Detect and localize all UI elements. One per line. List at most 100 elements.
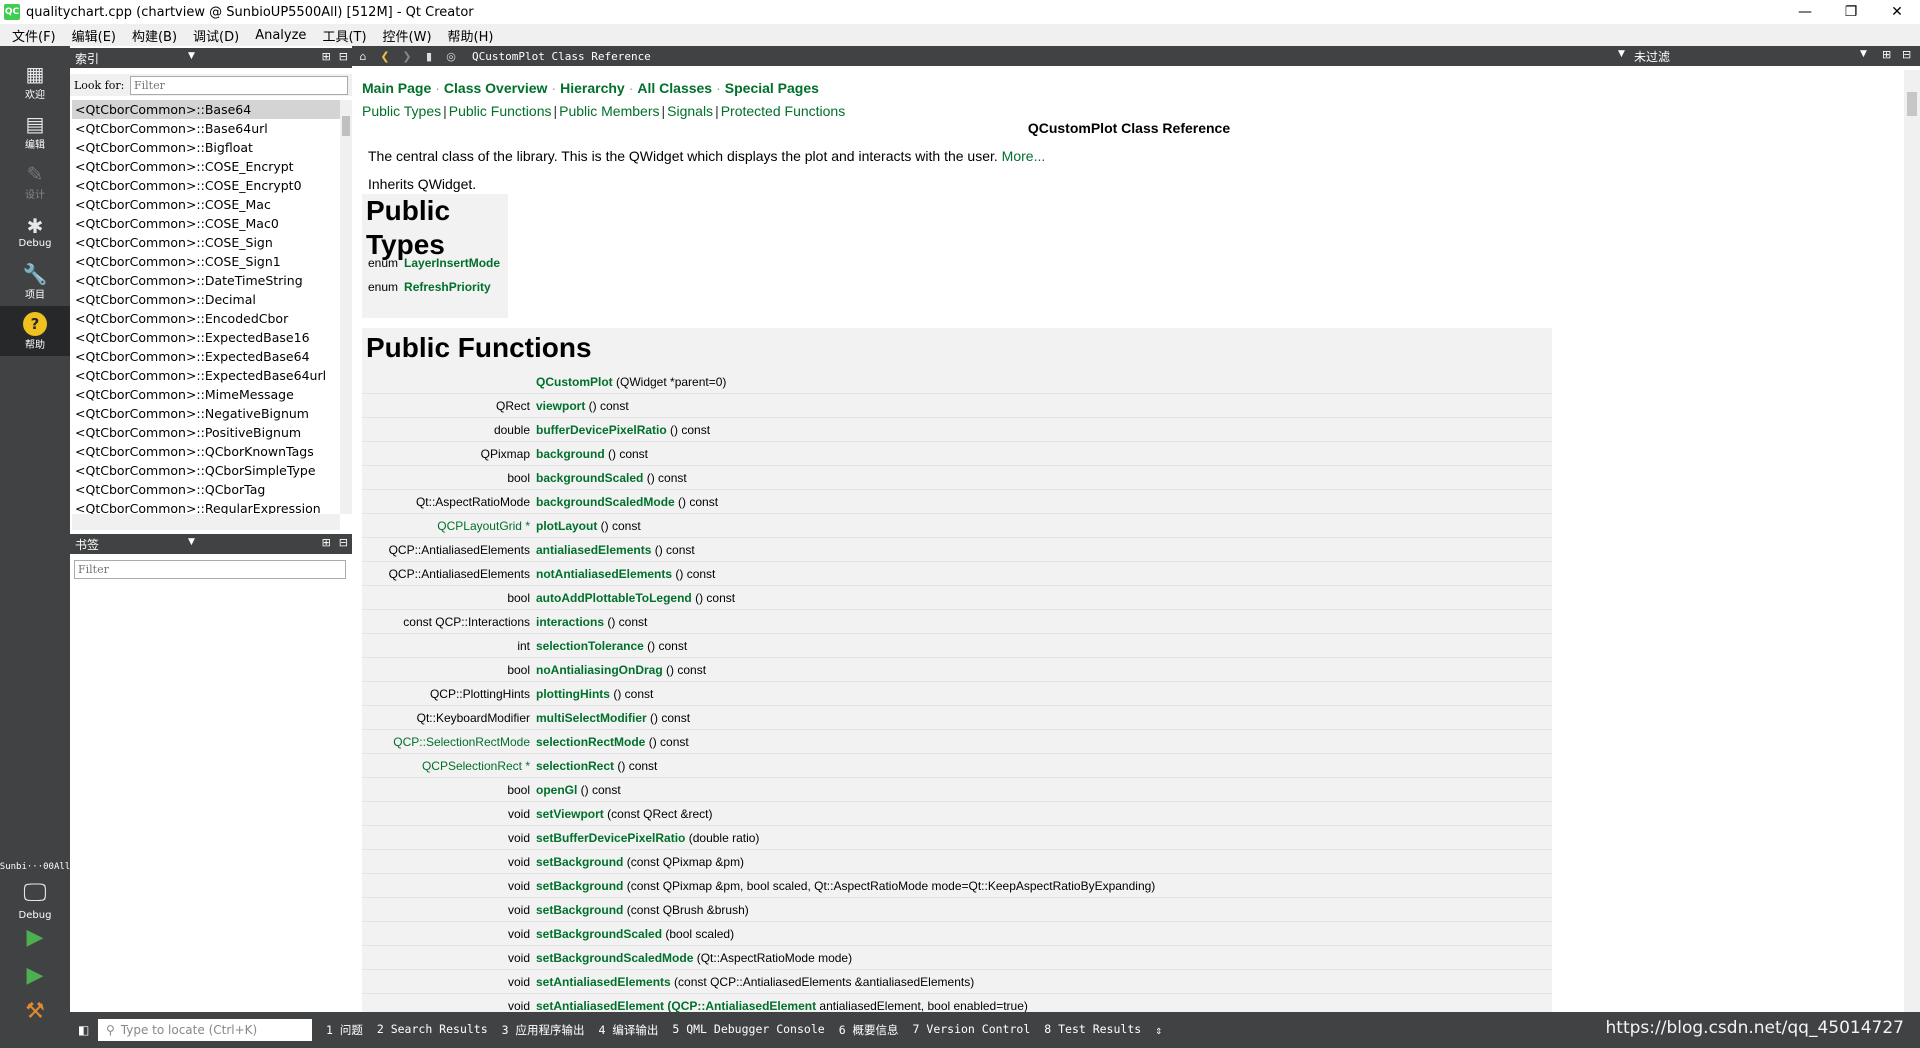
- list-item[interactable]: <QtCborCommon>::COSE_Encrypt: [72, 157, 340, 176]
- return-type[interactable]: QCP::SelectionRectMode: [393, 735, 530, 749]
- run-icon[interactable]: ▶: [20, 922, 50, 952]
- locator-input[interactable]: ⚲ Type to locate (Ctrl+K): [98, 1019, 312, 1041]
- list-item[interactable]: <QtCborCommon>::NegativeBignum: [72, 404, 340, 423]
- function-link[interactable]: selectionRect: [536, 759, 614, 773]
- function-link[interactable]: selectionRectMode: [536, 735, 645, 749]
- section-link[interactable]: Signals: [667, 103, 713, 119]
- restore-button[interactable]: ❐: [1828, 0, 1874, 24]
- list-item[interactable]: <QtCborCommon>::COSE_Sign: [72, 233, 340, 252]
- function-link[interactable]: selectionTolerance: [536, 639, 644, 653]
- build-hammer-icon[interactable]: ⚒: [20, 996, 50, 1026]
- home-icon[interactable]: ⌂: [352, 50, 374, 63]
- globe-icon[interactable]: ◎: [440, 50, 462, 63]
- function-link[interactable]: setBackgroundScaledMode: [536, 951, 693, 965]
- type-link[interactable]: RefreshPriority: [404, 280, 491, 294]
- sidebar-toggle-icon[interactable]: ◧: [78, 1023, 89, 1037]
- index-scrollbar[interactable]: [340, 100, 352, 514]
- nav-link[interactable]: Hierarchy: [560, 80, 625, 96]
- close-panel-icon[interactable]: ⊟: [339, 50, 348, 63]
- output-pane-tab[interactable]: 2 Search Results: [377, 1022, 488, 1038]
- chevron-down-icon[interactable]: ▼: [1860, 49, 1867, 59]
- output-pane-tab[interactable]: 7 Version Control: [913, 1022, 1031, 1038]
- list-item[interactable]: <QtCborCommon>::COSE_Encrypt0: [72, 176, 340, 195]
- output-pane-tab[interactable]: 3 应用程序输出: [502, 1022, 585, 1038]
- close-button[interactable]: ✕: [1874, 0, 1920, 24]
- function-link[interactable]: notAntialiasedElements: [536, 567, 672, 581]
- list-item[interactable]: <QtCborCommon>::DateTimeString: [72, 271, 340, 290]
- function-link[interactable]: setBackground: [536, 855, 623, 869]
- output-pane-tab[interactable]: 4 编译输出: [599, 1022, 659, 1038]
- menu-item[interactable]: 调试(D): [185, 26, 247, 45]
- output-pane-tab[interactable]: 1 问题: [326, 1022, 363, 1038]
- function-link[interactable]: openGl: [536, 783, 577, 797]
- nav-link[interactable]: All Classes: [637, 80, 712, 96]
- nav-link[interactable]: Special Pages: [725, 80, 819, 96]
- list-item[interactable]: <QtCborCommon>::PositiveBignum: [72, 423, 340, 442]
- mode-3[interactable]: ✱ Debug: [0, 206, 70, 256]
- split-icon[interactable]: ⊞: [322, 50, 331, 63]
- function-link[interactable]: antialiasedElements: [536, 543, 651, 557]
- return-type[interactable]: QCPSelectionRect *: [422, 759, 530, 773]
- function-link[interactable]: setBufferDevicePixelRatio: [536, 831, 685, 845]
- list-item[interactable]: <QtCborCommon>::Base64url: [72, 119, 340, 138]
- chevron-down-icon[interactable]: ▼: [188, 537, 195, 547]
- param-type-link[interactable]: (QCP::AntialiasedElement: [664, 999, 816, 1012]
- function-link[interactable]: viewport: [536, 399, 585, 413]
- menu-item[interactable]: 构建(B): [124, 26, 185, 45]
- debug-run-icon[interactable]: ▶: [20, 960, 50, 990]
- section-link[interactable]: Public Types: [362, 103, 441, 119]
- function-link[interactable]: background: [536, 447, 605, 461]
- scroll-thumb[interactable]: [342, 116, 350, 136]
- mode-4[interactable]: 🔧 项目: [0, 256, 70, 306]
- menu-item[interactable]: 工具(T): [314, 26, 374, 45]
- minimize-button[interactable]: —: [1782, 0, 1828, 24]
- split-icon[interactable]: ⊞: [1882, 48, 1891, 61]
- index-filter-input[interactable]: [130, 76, 348, 95]
- menu-item[interactable]: 文件(F): [4, 26, 64, 45]
- mode-1[interactable]: ▤ 编辑: [0, 106, 70, 156]
- section-link[interactable]: Protected Functions: [721, 103, 846, 119]
- function-link[interactable]: plotLayout: [536, 519, 597, 533]
- nav-link[interactable]: Main Page: [362, 80, 431, 96]
- list-item[interactable]: <QtCborCommon>::ExpectedBase64url: [72, 366, 340, 385]
- function-link[interactable]: autoAddPlottableToLegend: [536, 591, 692, 605]
- list-item[interactable]: <QtCborCommon>::MimeMessage: [72, 385, 340, 404]
- nav-link[interactable]: Class Overview: [444, 80, 548, 96]
- filter-combo[interactable]: 未过滤: [1634, 46, 1670, 66]
- index-list[interactable]: <QtCborCommon>::Base64 <QtCborCommon>::Ba…: [72, 100, 340, 514]
- list-item[interactable]: <QtCborCommon>::Bigfloat: [72, 138, 340, 157]
- menu-item[interactable]: Analyze: [247, 28, 314, 43]
- more-link[interactable]: More...: [1002, 148, 1046, 164]
- return-type[interactable]: QCPLayoutGrid *: [437, 519, 530, 533]
- doc-scrollbar[interactable]: [1904, 70, 1920, 1012]
- chevron-down-icon[interactable]: ▼: [188, 51, 195, 61]
- list-item[interactable]: <QtCborCommon>::QCborSimpleType: [72, 461, 340, 480]
- function-link[interactable]: plottingHints: [536, 687, 610, 701]
- list-item[interactable]: <QtCborCommon>::EncodedCbor: [72, 309, 340, 328]
- function-link[interactable]: setBackground: [536, 903, 623, 917]
- function-link[interactable]: setBackgroundScaled: [536, 927, 662, 941]
- bookmark-filter-input[interactable]: [74, 560, 346, 579]
- index-hscrollbar[interactable]: [72, 514, 340, 530]
- output-pane-tab[interactable]: 5 QML Debugger Console: [672, 1022, 824, 1038]
- function-link[interactable]: setAntialiasedElement: [536, 999, 664, 1012]
- function-link[interactable]: backgroundScaledMode: [536, 495, 675, 509]
- function-link[interactable]: noAntialiasingOnDrag: [536, 663, 663, 677]
- bookmark-icon[interactable]: ▮: [418, 50, 440, 63]
- forward-icon[interactable]: ❯: [396, 50, 418, 63]
- list-item[interactable]: <QtCborCommon>::ExpectedBase64: [72, 347, 340, 366]
- list-item[interactable]: <QtCborCommon>::Base64: [72, 100, 340, 119]
- list-item[interactable]: <QtCborCommon>::COSE_Mac: [72, 195, 340, 214]
- list-item[interactable]: <QtCborCommon>::RegularExpression: [72, 499, 340, 514]
- list-item[interactable]: <QtCborCommon>::QCborTag: [72, 480, 340, 499]
- list-item[interactable]: <QtCborCommon>::COSE_Sign1: [72, 252, 340, 271]
- output-pane-tab[interactable]: 8 Test Results: [1044, 1022, 1141, 1038]
- function-link[interactable]: backgroundScaled: [536, 471, 643, 485]
- output-pane-tab[interactable]: 6 概要信息: [839, 1022, 899, 1038]
- function-link[interactable]: setAntialiasedElements: [536, 975, 671, 989]
- list-item[interactable]: <QtCborCommon>::QCborKnownTags: [72, 442, 340, 461]
- function-link[interactable]: setViewport: [536, 807, 604, 821]
- back-icon[interactable]: ❮: [374, 50, 396, 63]
- function-link[interactable]: QCustomPlot: [536, 375, 613, 389]
- function-link[interactable]: multiSelectModifier: [536, 711, 647, 725]
